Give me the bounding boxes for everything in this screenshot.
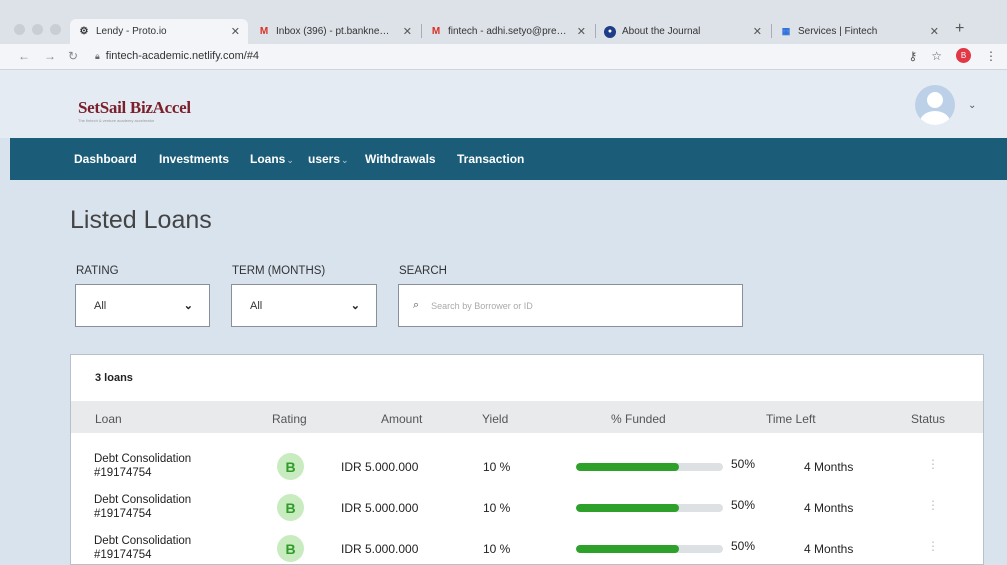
gmail-icon: M (259, 26, 269, 37)
column-loan[interactable]: Loan (95, 412, 122, 426)
close-tab-icon[interactable]: ✕ (231, 25, 240, 38)
term-filter-select[interactable]: All ⌄ (231, 284, 377, 327)
browser-tab-services[interactable]: ▦ Services | Fintech ✕ (772, 19, 947, 44)
column-status[interactable]: Status (911, 412, 945, 426)
time-left: 4 Months (804, 542, 854, 556)
term-filter-label: TERM (MONTHS) (232, 265, 326, 277)
browser-tab-lendy[interactable]: ⚙ Lendy - Proto.io ✕ (70, 19, 248, 44)
loan-yield: 10 % (483, 460, 511, 474)
table-header: Loan Rating Amount Yield % Funded Time L… (71, 401, 983, 433)
status-menu-icon[interactable]: ⋮ (927, 539, 939, 553)
column-amount[interactable]: Amount (381, 412, 422, 426)
chevron-down-icon: ⌄ (341, 155, 349, 165)
minimize-window-button[interactable] (32, 24, 43, 35)
nav-withdrawals[interactable]: Withdrawals (365, 152, 436, 166)
funded-progress-bar (576, 545, 723, 553)
table-row[interactable]: Debt Consolidation #19174754 B IDR 5.000… (71, 452, 983, 493)
browser-tab-inbox[interactable]: M Inbox (396) - pt.banknegarab ✕ (250, 19, 420, 44)
gmail-icon: M (431, 26, 441, 37)
new-tab-icon[interactable]: + (955, 20, 964, 38)
forward-arrow-icon[interactable]: → (44, 49, 56, 63)
reload-icon[interactable]: ↻ (68, 49, 78, 63)
nav-investments[interactable]: Investments (159, 152, 229, 166)
close-tab-icon[interactable]: ✕ (753, 25, 762, 38)
rating-badge: B (277, 453, 304, 480)
funded-percent: 50% (731, 457, 756, 471)
close-tab-icon[interactable]: ✕ (403, 25, 412, 38)
loan-name[interactable]: Debt Consolidation #19174754 (94, 493, 254, 521)
brand-logo[interactable]: SetSail BizAccel (78, 98, 191, 118)
loan-count: 3 loans (95, 372, 133, 384)
rating-badge: B (277, 535, 304, 562)
chevron-down-icon[interactable]: ⌄ (968, 100, 976, 111)
chevron-down-icon: ⌄ (350, 300, 360, 312)
key-icon[interactable]: ⚷ (908, 49, 917, 63)
funded-percent: 50% (731, 539, 756, 553)
loan-name[interactable]: Debt Consolidation #19174754 (94, 534, 254, 562)
back-arrow-icon[interactable]: ← (18, 49, 30, 63)
loan-amount: IDR 5.000.000 (341, 460, 419, 474)
close-window-button[interactable] (14, 24, 25, 35)
funded-progress-fill (576, 545, 679, 553)
status-menu-icon[interactable]: ⋮ (927, 498, 939, 512)
funded-progress-fill (576, 504, 679, 512)
time-left: 4 Months (804, 460, 854, 474)
column-yield[interactable]: Yield (482, 412, 508, 426)
journal-icon: ● (604, 25, 616, 38)
rating-badge: B (277, 494, 304, 521)
column-rating[interactable]: Rating (272, 412, 307, 426)
chevron-down-icon: ⌄ (183, 300, 193, 312)
loan-amount: IDR 5.000.000 (341, 542, 419, 556)
loans-panel: 3 loans Loan Rating Amount Yield % Funde… (70, 354, 984, 565)
loan-amount: IDR 5.000.000 (341, 501, 419, 515)
loan-yield: 10 % (483, 542, 511, 556)
rating-filter-select[interactable]: All ⌄ (75, 284, 210, 327)
loan-yield: 10 % (483, 501, 511, 515)
gear-icon: ⚙ (79, 26, 89, 37)
search-box[interactable]: ⌕ (398, 284, 743, 327)
funded-percent: 50% (731, 498, 756, 512)
funded-progress-bar (576, 463, 723, 471)
browser-tab-bar: ⚙ Lendy - Proto.io ✕ M Inbox (396) - pt.… (0, 0, 1007, 44)
table-row[interactable]: Debt Consolidation #19174754 B IDR 5.000… (71, 493, 983, 534)
main-nav: Dashboard Investments Loans⌄ users⌄ With… (10, 138, 1007, 180)
chevron-down-icon: ⌄ (286, 155, 294, 165)
table-row[interactable]: Debt Consolidation #19174754 B IDR 5.000… (71, 534, 983, 565)
app-header: SetSail BizAccel The fintech & venture a… (0, 70, 1007, 138)
rating-filter-label: RATING (76, 265, 119, 277)
browser-tab-fintech-mail[interactable]: M fintech - adhi.setyo@presider ✕ (422, 19, 594, 44)
search-input[interactable] (431, 300, 732, 311)
browser-tab-journal[interactable]: ● About the Journal ✕ (596, 19, 770, 44)
lock-icon: 🔒︎ (95, 50, 100, 61)
address-bar: ← → ↻ 🔒︎ fintech-academic.netlify.com/#4… (0, 44, 1007, 70)
window-controls (14, 24, 61, 35)
fintech-icon: ▦ (781, 26, 791, 36)
column-time-left[interactable]: Time Left (766, 412, 816, 426)
loan-name[interactable]: Debt Consolidation #19174754 (94, 452, 254, 480)
funded-progress-bar (576, 504, 723, 512)
more-menu-icon[interactable]: ⋮ (985, 49, 997, 63)
nav-transaction[interactable]: Transaction (457, 152, 524, 166)
funded-progress-fill (576, 463, 679, 471)
column-funded[interactable]: % Funded (611, 412, 666, 426)
close-tab-icon[interactable]: ✕ (577, 25, 586, 38)
url-field[interactable]: 🔒︎ fintech-academic.netlify.com/#4 (95, 50, 259, 62)
nav-users[interactable]: users⌄ (308, 152, 349, 166)
page-title: Listed Loans (70, 206, 212, 234)
star-icon[interactable]: ☆ (931, 49, 942, 63)
nav-loans[interactable]: Loans⌄ (250, 152, 294, 166)
user-avatar[interactable] (915, 85, 955, 125)
status-menu-icon[interactable]: ⋮ (927, 457, 939, 471)
search-icon: ⌕ (413, 299, 420, 311)
close-tab-icon[interactable]: ✕ (930, 25, 939, 38)
nav-dashboard[interactable]: Dashboard (74, 152, 137, 166)
browser-profile-avatar[interactable]: B (956, 48, 971, 63)
time-left: 4 Months (804, 501, 854, 515)
brand-tagline: The fintech & venture academy accelerato… (78, 118, 155, 123)
search-label: SEARCH (399, 265, 447, 277)
maximize-window-button[interactable] (50, 24, 61, 35)
